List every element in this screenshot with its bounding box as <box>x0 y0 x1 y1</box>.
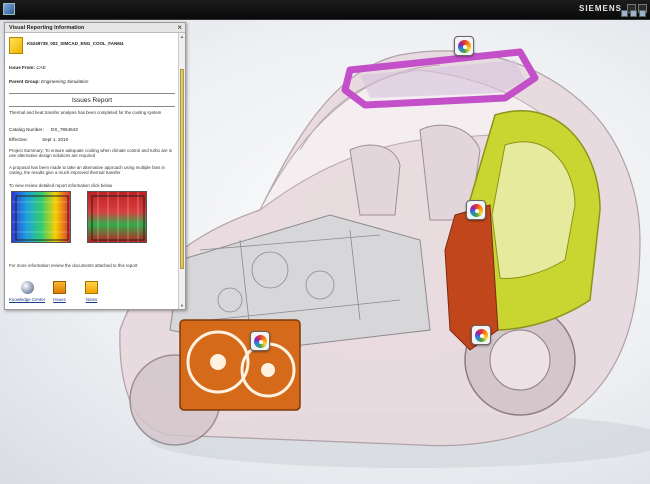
color-wheel-icon <box>458 40 471 53</box>
review-text: To view review detailed report informati… <box>9 183 113 188</box>
issue-from-value: CAE <box>36 65 46 70</box>
thermal-result-thumbnail-2[interactable] <box>87 191 147 243</box>
scroll-down-arrow-icon[interactable]: ▼ <box>180 303 184 308</box>
knowledge-center-label: Knowledge Center <box>9 297 46 302</box>
catalog-label: Catalog Number: <box>9 127 44 132</box>
radiator-hotspot-button[interactable] <box>250 331 270 351</box>
siemens-logo: SIEMENS <box>578 4 622 13</box>
effective-field: Effective: Sept 1, 2010 <box>9 137 68 142</box>
divider <box>9 93 175 94</box>
settings-icon[interactable] <box>630 10 637 17</box>
issues-link[interactable]: Issues <box>53 281 66 302</box>
panel-close-button[interactable]: × <box>177 23 182 32</box>
divider <box>9 106 175 107</box>
catalog-value: DS_7654643 <box>51 127 78 132</box>
title-bar: SIEMENS <box>0 0 650 20</box>
panel-title: Visual Reporting Information <box>9 25 85 31</box>
color-wheel-icon <box>470 204 483 217</box>
panel-title-bar: Visual Reporting Information × <box>5 23 185 33</box>
panel-scrollbar[interactable]: ▲ ▼ <box>178 33 185 309</box>
notes-label: Notes <box>85 297 98 302</box>
issues-label: Issues <box>53 297 66 302</box>
issue-from-field: Issue From: CAE <box>9 65 46 70</box>
document-icon <box>9 37 23 54</box>
project-summary-text: Project Summary: To ensure adequate cool… <box>9 148 173 159</box>
layers-icon[interactable] <box>639 10 646 17</box>
knowledge-center-link[interactable]: Knowledge Center <box>9 281 45 302</box>
parent-group-field: Parent Group: Engineering Simulation <box>9 79 88 84</box>
effective-value: Sept 1, 2010 <box>42 137 69 142</box>
parent-group-label: Parent Group: <box>9 79 40 84</box>
report-title: Issues Report <box>71 97 113 104</box>
viewer-toolbar <box>621 10 646 17</box>
parent-group-value: Engineering Simulation <box>41 79 89 84</box>
color-wheel-icon <box>254 335 267 348</box>
door-hotspot-button[interactable] <box>466 200 486 220</box>
thermal-result-thumbnail-1[interactable] <box>11 191 71 243</box>
sunroof-hotspot-button[interactable] <box>454 36 474 56</box>
app-icon[interactable] <box>3 3 15 15</box>
visual-reporting-panel: Visual Reporting Information × K5249738_… <box>4 22 186 310</box>
color-wheel-icon <box>475 329 488 342</box>
document-id: K5249738_002_SIMCAD_ENG_COOL_FANM4 <box>27 41 124 46</box>
catalog-field: Catalog Number: DS_7654643 <box>9 127 78 132</box>
scrollbar-thumb[interactable] <box>180 69 184 269</box>
issue-from-label: Issue From: <box>9 65 36 70</box>
issues-icon <box>53 281 66 294</box>
more-info-text: For more information review the document… <box>9 263 138 268</box>
fit-view-icon[interactable] <box>621 10 628 17</box>
effective-label: Effective: <box>9 137 28 142</box>
notes-link[interactable]: Notes <box>85 281 98 302</box>
panel-content: K5249738_002_SIMCAD_ENG_COOL_FANM4 Issue… <box>5 33 179 309</box>
globe-icon <box>20 281 34 294</box>
proposal-text: A proposal has been made to take an alte… <box>9 165 165 176</box>
scroll-up-arrow-icon[interactable]: ▲ <box>180 34 184 39</box>
summary-text: Thermal and heat transfer analysis has b… <box>9 110 162 115</box>
notes-icon <box>85 281 98 294</box>
pillar-hotspot-button[interactable] <box>471 325 491 345</box>
